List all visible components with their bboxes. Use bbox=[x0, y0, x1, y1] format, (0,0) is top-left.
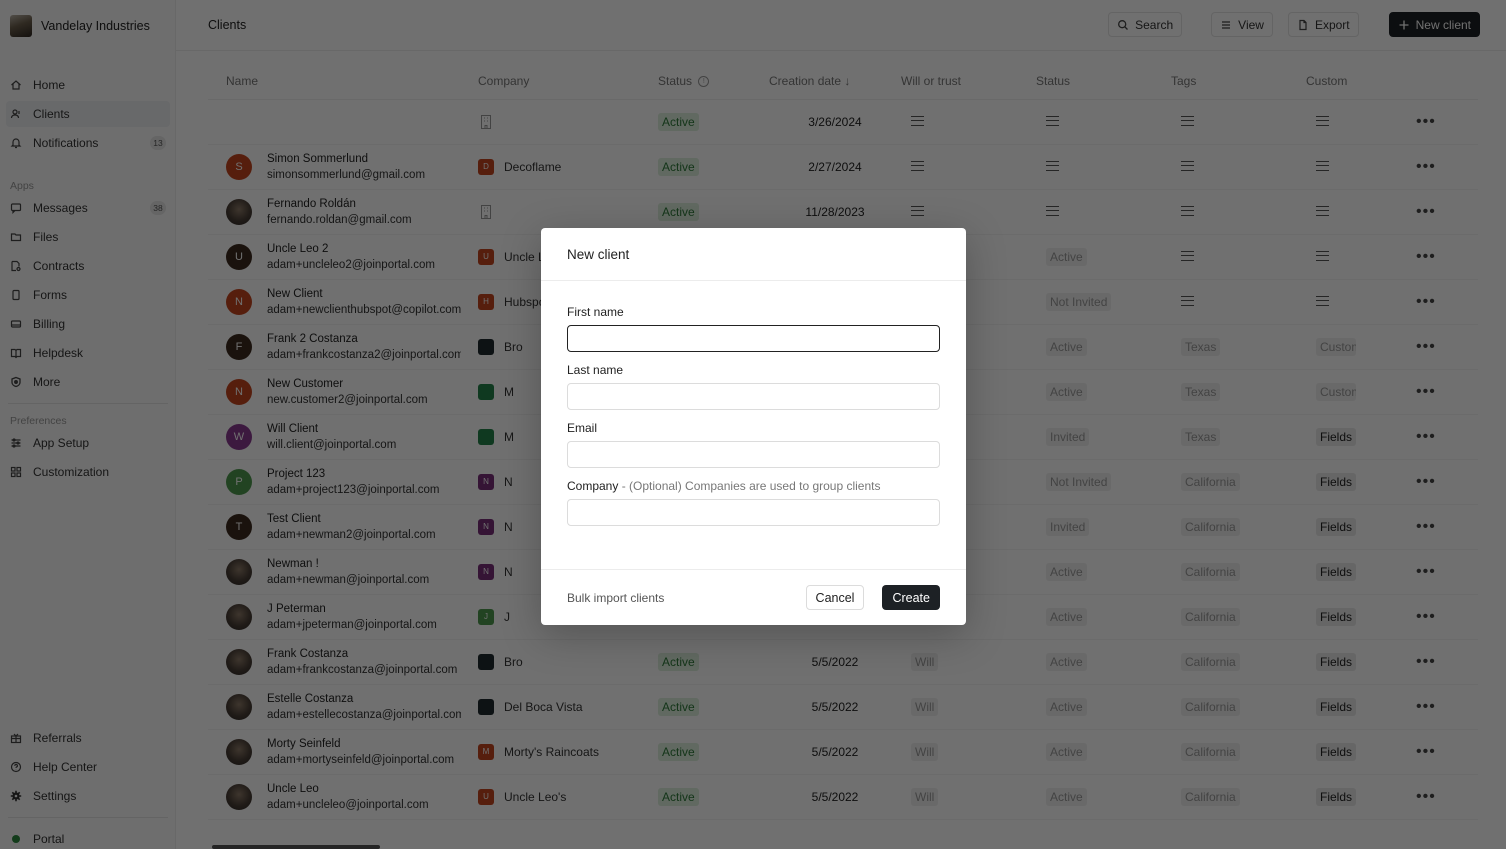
last-name-field-group: Last name bbox=[567, 363, 940, 410]
email-field-group: Email bbox=[567, 421, 940, 468]
new-client-modal: New client First name Last name Email Co… bbox=[541, 228, 966, 625]
company-hint: - (Optional) Companies are used to group… bbox=[618, 479, 881, 493]
modal-body: First name Last name Email Company - (Op… bbox=[541, 281, 966, 526]
bulk-import-link[interactable]: Bulk import clients bbox=[567, 591, 806, 605]
first-name-input[interactable] bbox=[567, 325, 940, 352]
last-name-input[interactable] bbox=[567, 383, 940, 410]
cancel-button[interactable]: Cancel bbox=[805, 585, 865, 610]
company-field-group: Company - (Optional) Companies are used … bbox=[567, 479, 940, 526]
create-button[interactable]: Create bbox=[882, 585, 940, 610]
email-label: Email bbox=[567, 421, 598, 435]
first-name-label: First name bbox=[567, 305, 624, 319]
company-label: Company bbox=[567, 479, 619, 493]
company-label-row: Company - (Optional) Companies are used … bbox=[567, 479, 940, 493]
modal-header: New client bbox=[541, 228, 966, 281]
modal-footer: Bulk import clients Cancel Create bbox=[541, 569, 966, 625]
company-input[interactable] bbox=[567, 499, 940, 526]
modal-title: New client bbox=[567, 246, 630, 262]
email-input[interactable] bbox=[567, 441, 940, 468]
first-name-field-group: First name bbox=[567, 305, 940, 352]
last-name-label: Last name bbox=[567, 363, 624, 377]
